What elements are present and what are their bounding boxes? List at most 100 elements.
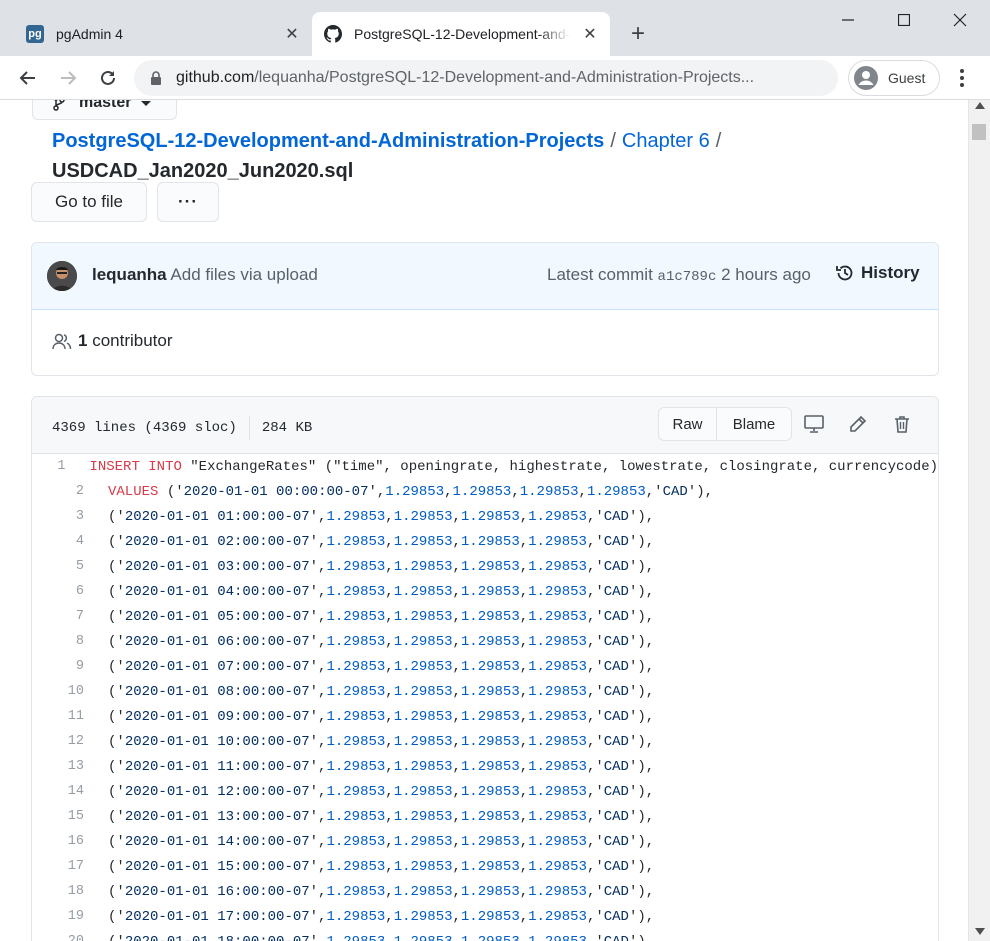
commit-time: 2 hours ago: [721, 265, 811, 284]
history-link[interactable]: History: [835, 263, 920, 283]
avatar[interactable]: [47, 261, 77, 291]
latest-commit-bar: lequanha Add files via upload Latest com…: [32, 243, 938, 310]
line-number[interactable]: 18: [32, 884, 84, 899]
blame-button[interactable]: Blame: [717, 408, 791, 440]
scroll-up-icon[interactable]: [975, 102, 985, 109]
code-text: ('2020-01-01 10:00:00-07',1.29853,1.2985…: [108, 733, 655, 750]
divider: [248, 416, 250, 440]
trash-icon[interactable]: [890, 412, 914, 436]
line-number[interactable]: 20: [32, 934, 84, 941]
line-number[interactable]: 4: [32, 534, 84, 549]
tab-pgadmin[interactable]: pg pgAdmin 4 ✕: [14, 12, 312, 56]
line-number[interactable]: 11: [32, 709, 84, 724]
contributor-label: contributor: [92, 331, 173, 350]
history-icon: [835, 263, 855, 283]
line-number[interactable]: 16: [32, 834, 84, 849]
line-number[interactable]: 6: [32, 584, 84, 599]
latest-commit-label: Latest commit: [547, 265, 653, 284]
line-number[interactable]: 2: [32, 484, 84, 499]
raw-button[interactable]: Raw: [659, 408, 717, 440]
breadcrumb: PostgreSQL-12-Development-and-Administra…: [52, 126, 727, 156]
line-number[interactable]: 14: [32, 784, 84, 799]
code-text: ('2020-01-01 13:00:00-07',1.29853,1.2985…: [108, 808, 655, 825]
breadcrumb-separator: /: [715, 130, 722, 152]
breadcrumb-repo-link[interactable]: PostgreSQL-12-Development-and-Administra…: [52, 130, 604, 152]
close-icon[interactable]: ✕: [580, 24, 600, 44]
page-content: master PostgreSQL-12-Development-and-Adm…: [0, 100, 968, 941]
code-text: ('2020-01-01 18:00:00-07',1.29853,1.2985…: [108, 934, 654, 941]
line-number[interactable]: 5: [32, 559, 84, 574]
code-text: VALUES ('2020-01-01 00:00:00-07',1.29853…: [108, 483, 714, 500]
close-icon[interactable]: ✕: [282, 24, 302, 44]
pencil-icon[interactable]: [846, 412, 870, 436]
commit-message[interactable]: Add files via upload: [170, 265, 317, 284]
guest-avatar-icon: [854, 66, 878, 90]
commit-author-line: lequanha Add files via upload: [92, 265, 318, 285]
chevron-down-icon: [141, 100, 152, 106]
line-count: 4369 lines (4369 sloc): [52, 420, 237, 436]
file-actions-group: Raw Blame: [658, 407, 792, 441]
minimize-icon[interactable]: [820, 0, 876, 40]
line-number[interactable]: 15: [32, 809, 84, 824]
more-options-button[interactable]: ···: [157, 182, 219, 222]
scroll-down-icon[interactable]: [975, 928, 985, 935]
branch-selector[interactable]: master: [32, 100, 177, 120]
code-line: 20 ('2020-01-01 18:00:00-07',1.29853,1.29…: [32, 929, 938, 941]
code-text: ('2020-01-01 14:00:00-07',1.29853,1.2985…: [108, 833, 655, 850]
code-line: 1 INSERT INTO "ExchangeRates" ("time", o…: [32, 454, 938, 479]
line-number[interactable]: 7: [32, 609, 84, 624]
go-to-file-button[interactable]: Go to file: [31, 182, 147, 222]
code-line: 18 ('2020-01-01 16:00:00-07',1.29853,1.29…: [32, 879, 938, 904]
page-scrollbar[interactable]: [968, 100, 990, 941]
branch-name: master: [79, 100, 132, 111]
code-line: 11 ('2020-01-01 09:00:00-07',1.29853,1.29…: [32, 704, 938, 729]
line-number[interactable]: 17: [32, 859, 84, 874]
code-text: ('2020-01-01 08:00:00-07',1.29853,1.2985…: [108, 683, 655, 700]
profile-label: Guest: [888, 70, 926, 86]
code-text: ('2020-01-01 06:00:00-07',1.29853,1.2985…: [108, 633, 655, 650]
line-number[interactable]: 19: [32, 909, 84, 924]
code-view: 1 INSERT INTO "ExchangeRates" ("time", o…: [32, 454, 938, 941]
code-text: ('2020-01-01 02:00:00-07',1.29853,1.2985…: [108, 533, 655, 550]
code-line: 2 VALUES ('2020-01-01 00:00:00-07',1.298…: [32, 479, 938, 504]
kebab-menu-icon[interactable]: [950, 64, 974, 92]
code-text: ('2020-01-01 16:00:00-07',1.29853,1.2985…: [108, 883, 655, 900]
contributors-line[interactable]: 1 contributor: [52, 331, 173, 351]
file-viewer: 4369 lines (4369 sloc) 284 KB Raw Blame …: [31, 396, 939, 941]
reload-icon[interactable]: [92, 62, 124, 94]
code-text: ('2020-01-01 07:00:00-07',1.29853,1.2985…: [108, 658, 655, 675]
profile-button[interactable]: Guest: [848, 60, 940, 96]
github-icon: [324, 25, 342, 43]
close-window-icon[interactable]: [932, 0, 988, 40]
line-number[interactable]: 1: [32, 459, 65, 474]
tab-github[interactable]: PostgreSQL-12-Development-and-Administra…: [312, 12, 610, 56]
scroll-thumb[interactable]: [972, 124, 986, 140]
code-text: ('2020-01-01 05:00:00-07',1.29853,1.2985…: [108, 608, 655, 625]
commit-sha[interactable]: a1c789c: [658, 269, 717, 285]
forward-icon[interactable]: [52, 62, 84, 94]
back-icon[interactable]: [12, 62, 44, 94]
maximize-icon[interactable]: [876, 0, 932, 40]
code-line: 8 ('2020-01-01 06:00:00-07',1.29853,1.298…: [32, 629, 938, 654]
code-line: 12 ('2020-01-01 10:00:00-07',1.29853,1.29…: [32, 729, 938, 754]
history-label: History: [861, 263, 920, 282]
line-number[interactable]: 12: [32, 734, 84, 749]
code-text: ('2020-01-01 01:00:00-07',1.29853,1.2985…: [108, 508, 655, 525]
line-number[interactable]: 8: [32, 634, 84, 649]
line-number[interactable]: 13: [32, 759, 84, 774]
desktop-icon[interactable]: [802, 412, 826, 436]
code-text: ('2020-01-01 15:00:00-07',1.29853,1.2985…: [108, 858, 655, 875]
code-line: 15 ('2020-01-01 13:00:00-07',1.29853,1.29…: [32, 804, 938, 829]
breadcrumb-folder-link[interactable]: Chapter 6: [622, 130, 710, 152]
commit-box: lequanha Add files via upload Latest com…: [31, 242, 939, 376]
tab-title: PostgreSQL-12-Development-and-Administra…: [354, 26, 570, 42]
line-number[interactable]: 9: [32, 659, 84, 674]
line-number[interactable]: 3: [32, 509, 84, 524]
address-bar[interactable]: github.com/lequanha/PostgreSQL-12-Develo…: [134, 60, 838, 96]
file-info: 4369 lines (4369 sloc) 284 KB: [52, 416, 312, 440]
line-number[interactable]: 10: [32, 684, 84, 699]
commit-author[interactable]: lequanha: [92, 265, 167, 284]
tab-strip: pg pgAdmin 4 ✕ PostgreSQL-12-Development…: [0, 0, 990, 56]
code-line: 17 ('2020-01-01 15:00:00-07',1.29853,1.29…: [32, 854, 938, 879]
plus-icon[interactable]: +: [624, 20, 652, 48]
